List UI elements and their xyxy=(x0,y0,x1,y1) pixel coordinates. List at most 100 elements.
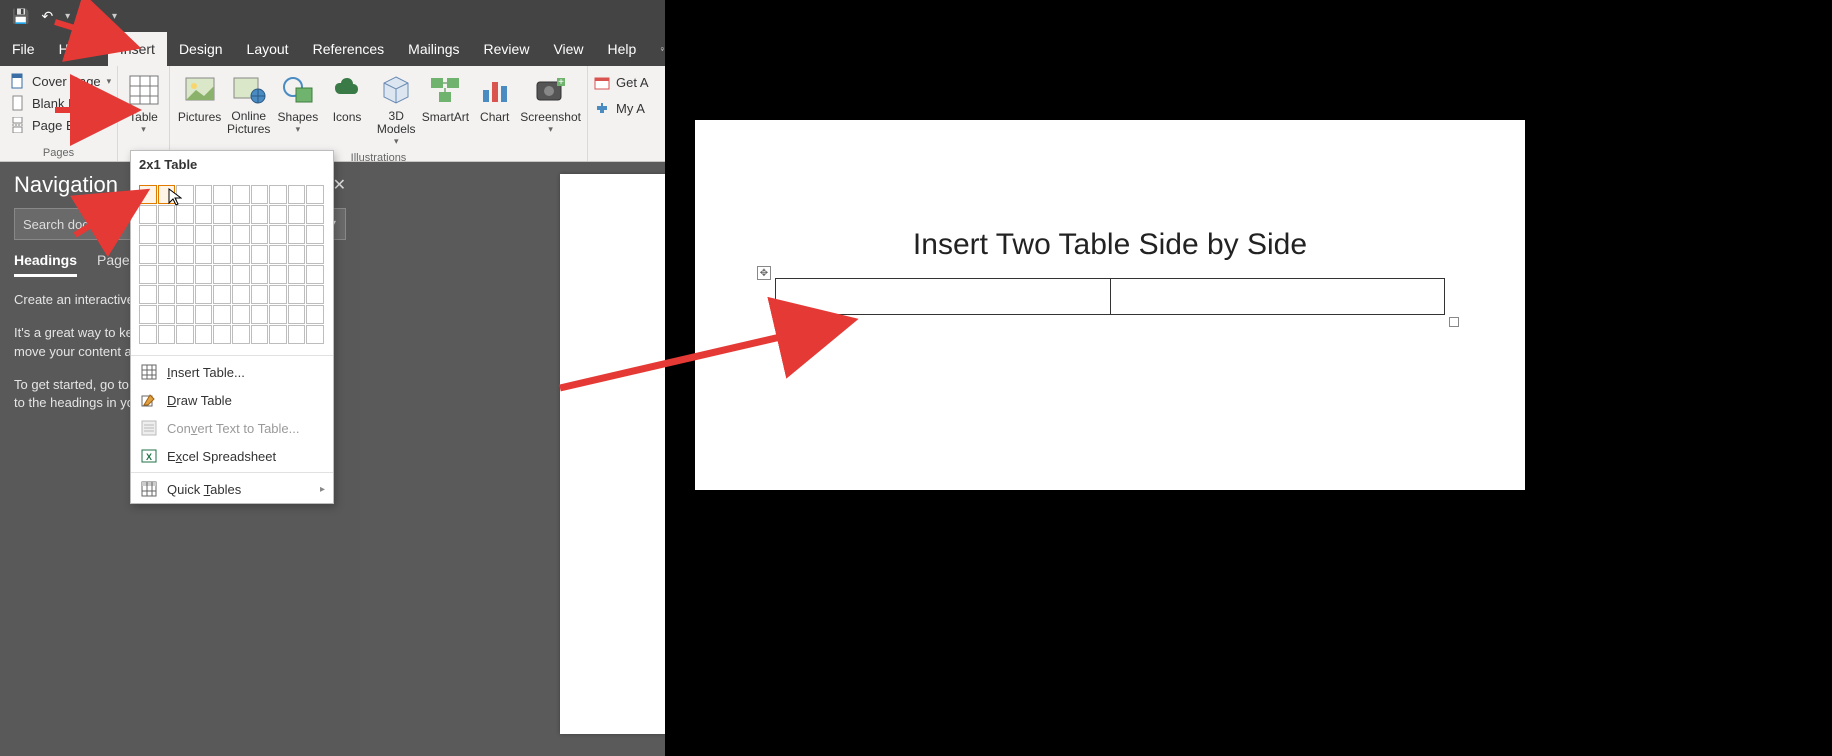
grid-cell[interactable] xyxy=(176,265,194,284)
grid-cell[interactable] xyxy=(176,205,194,224)
tab-design[interactable]: Design xyxy=(167,32,235,66)
3d-models-button[interactable]: 3D Models ▾ xyxy=(373,70,420,148)
grid-cell[interactable] xyxy=(158,205,176,224)
grid-cell[interactable] xyxy=(251,225,269,244)
grid-cell[interactable] xyxy=(269,285,287,304)
grid-cell[interactable] xyxy=(139,325,157,344)
draw-table-item[interactable]: Draw Table xyxy=(131,386,333,414)
grid-cell[interactable] xyxy=(288,265,306,284)
result-table[interactable] xyxy=(775,278,1445,315)
grid-cell[interactable] xyxy=(176,305,194,324)
grid-cell[interactable] xyxy=(269,225,287,244)
grid-cell[interactable] xyxy=(306,305,324,324)
tab-file[interactable]: File xyxy=(0,32,47,66)
grid-cell[interactable] xyxy=(158,245,176,264)
grid-cell[interactable] xyxy=(288,205,306,224)
redo-icon[interactable]: ↷ xyxy=(82,8,94,25)
tab-headings[interactable]: Headings xyxy=(14,252,77,277)
my-addins-button[interactable]: My A xyxy=(594,100,659,116)
grid-cell[interactable] xyxy=(306,245,324,264)
cover-page-button[interactable]: Cover Page ▾ xyxy=(6,70,115,92)
grid-cell[interactable] xyxy=(213,245,231,264)
grid-cell[interactable] xyxy=(158,305,176,324)
grid-cell[interactable] xyxy=(288,225,306,244)
grid-cell[interactable] xyxy=(139,265,157,284)
excel-spreadsheet-item[interactable]: X Excel Spreadsheet xyxy=(131,442,333,470)
grid-cell[interactable] xyxy=(158,265,176,284)
grid-cell[interactable] xyxy=(139,285,157,304)
tab-review[interactable]: Review xyxy=(472,32,542,66)
grid-cell[interactable] xyxy=(306,185,324,204)
grid-cell[interactable] xyxy=(288,245,306,264)
grid-cell[interactable] xyxy=(306,325,324,344)
grid-cell[interactable] xyxy=(269,325,287,344)
table-resize-handle-icon[interactable] xyxy=(1449,317,1459,327)
grid-cell[interactable] xyxy=(306,265,324,284)
grid-cell[interactable] xyxy=(232,265,250,284)
grid-cell[interactable] xyxy=(213,265,231,284)
grid-cell[interactable] xyxy=(158,285,176,304)
grid-cell[interactable] xyxy=(195,265,213,284)
blank-page-button[interactable]: Blank Page xyxy=(6,92,103,114)
tab-view[interactable]: View xyxy=(541,32,595,66)
tab-references[interactable]: References xyxy=(301,32,397,66)
get-addins-button[interactable]: Get A xyxy=(594,74,659,90)
quick-tables-item[interactable]: Quick Tables ▸ xyxy=(131,475,333,503)
grid-cell[interactable] xyxy=(213,325,231,344)
grid-cell[interactable] xyxy=(251,185,269,204)
grid-cell[interactable] xyxy=(288,285,306,304)
save-icon[interactable]: 💾 xyxy=(12,8,29,25)
tab-help[interactable]: Help xyxy=(596,32,649,66)
grid-cell[interactable] xyxy=(269,265,287,284)
grid-cell[interactable] xyxy=(213,205,231,224)
grid-cell[interactable] xyxy=(195,205,213,224)
grid-cell[interactable] xyxy=(213,185,231,204)
grid-cell[interactable] xyxy=(139,205,157,224)
grid-cell[interactable] xyxy=(288,185,306,204)
grid-cell[interactable] xyxy=(213,305,231,324)
grid-cell[interactable] xyxy=(195,185,213,204)
cell-2[interactable] xyxy=(1110,279,1445,315)
undo-dropdown-icon[interactable]: ▾ xyxy=(65,11,70,22)
grid-cell[interactable] xyxy=(213,225,231,244)
grid-cell[interactable] xyxy=(139,245,157,264)
undo-icon[interactable]: ↶ xyxy=(41,8,53,25)
grid-cell[interactable] xyxy=(269,305,287,324)
grid-cell[interactable] xyxy=(176,325,194,344)
grid-cell[interactable] xyxy=(176,245,194,264)
grid-cell[interactable] xyxy=(251,325,269,344)
grid-cell[interactable] xyxy=(288,325,306,344)
grid-cell[interactable] xyxy=(232,185,250,204)
grid-cell[interactable] xyxy=(176,225,194,244)
grid-cell[interactable] xyxy=(139,225,157,244)
table-move-handle-icon[interactable]: ✥ xyxy=(757,266,771,280)
grid-cell[interactable] xyxy=(139,305,157,324)
page-break-button[interactable]: Page Break xyxy=(6,114,104,136)
grid-cell[interactable] xyxy=(251,305,269,324)
document-page[interactable] xyxy=(560,174,665,734)
grid-cell[interactable] xyxy=(251,205,269,224)
grid-cell[interactable] xyxy=(158,225,176,244)
grid-cell[interactable] xyxy=(288,305,306,324)
tab-insert[interactable]: Insert xyxy=(108,32,167,66)
grid-cell[interactable] xyxy=(195,245,213,264)
grid-cell[interactable] xyxy=(232,285,250,304)
grid-cell[interactable] xyxy=(306,205,324,224)
close-icon[interactable]: ✕ xyxy=(333,175,346,195)
grid-cell[interactable] xyxy=(269,245,287,264)
smartart-button[interactable]: SmartArt xyxy=(422,70,469,148)
table-button[interactable]: Table ▾ xyxy=(124,70,163,148)
chart-button[interactable]: Chart xyxy=(471,70,518,148)
shapes-button[interactable]: Shapes ▾ xyxy=(274,70,321,148)
grid-cell[interactable] xyxy=(158,325,176,344)
tell-me-icon[interactable] xyxy=(648,32,665,66)
grid-cell[interactable] xyxy=(195,305,213,324)
tab-layout[interactable]: Layout xyxy=(235,32,301,66)
grid-cell[interactable] xyxy=(232,205,250,224)
grid-cell[interactable] xyxy=(213,285,231,304)
tab-mailings[interactable]: Mailings xyxy=(396,32,471,66)
qat-customize-icon[interactable]: ▾ xyxy=(112,11,117,22)
insert-table-item[interactable]: Insert Table... xyxy=(131,358,333,386)
grid-cell[interactable] xyxy=(269,205,287,224)
grid-cell[interactable] xyxy=(195,225,213,244)
